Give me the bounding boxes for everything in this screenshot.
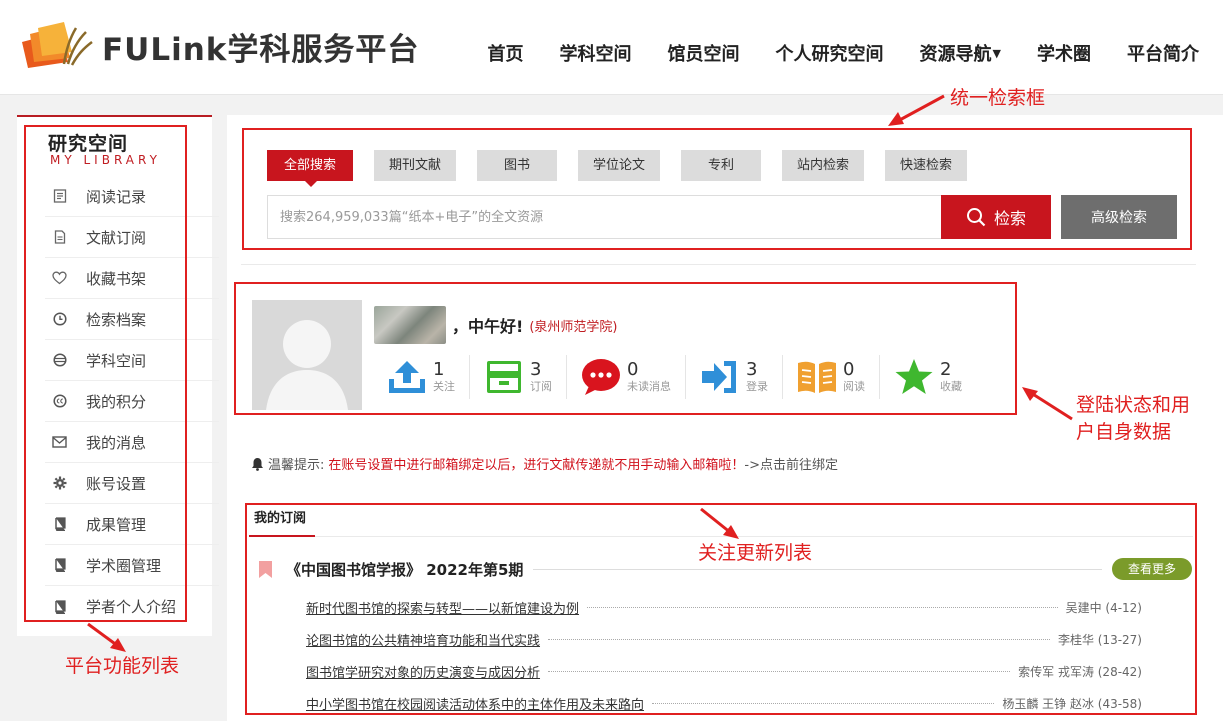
nav-librarian-space[interactable]: 馆员空间 bbox=[668, 40, 740, 66]
annotation-box-search bbox=[242, 128, 1192, 250]
notice-prefix: 温馨提示: bbox=[268, 458, 325, 473]
brand-title[interactable]: FULink学科服务平台 bbox=[102, 24, 419, 69]
annotation-line: 登陆状态和用 bbox=[1076, 394, 1191, 416]
nav-subject-space[interactable]: 学科空间 bbox=[560, 40, 632, 66]
annotation-box-user bbox=[234, 282, 1017, 415]
annotation-label-subscription: 关注更新列表 bbox=[698, 542, 813, 564]
nav-personal-research-space[interactable]: 个人研究空间 bbox=[776, 40, 884, 66]
annotation-box-subscription bbox=[245, 503, 1197, 715]
notice-message: 在账号设置中进行邮箱绑定以后，进行文献传递就不用手动输入邮箱啦！ bbox=[328, 458, 745, 473]
bell-icon bbox=[252, 457, 263, 471]
nav-label: 个人研究空间 bbox=[775, 44, 884, 65]
bind-email-link[interactable]: ->点击前往绑定 bbox=[744, 454, 838, 473]
site-header: FULink学科服务平台 首页 学科空间 馆员空间 个人研究空间 资源导航▼ 学… bbox=[0, 0, 1223, 95]
section-divider bbox=[241, 264, 1196, 265]
nav-label: 学科空间 bbox=[559, 44, 632, 65]
notice-bar: 温馨提示: 在账号设置中进行邮箱绑定以后，进行文献传递就不用手动输入邮箱啦！ -… bbox=[251, 454, 838, 473]
nav-label: 资源导航 bbox=[919, 44, 992, 65]
nav-label: 学术圈 bbox=[1037, 44, 1091, 65]
nav-academic-circle[interactable]: 学术圈 bbox=[1037, 40, 1091, 66]
nav-label: 平台简介 bbox=[1127, 44, 1199, 65]
annotation-line: 户自身数据 bbox=[1076, 421, 1172, 443]
annotation-label-sidebar: 平台功能列表 bbox=[65, 655, 180, 677]
annotation-box-sidebar bbox=[24, 125, 187, 622]
main-nav: 首页 学科空间 馆员空间 个人研究空间 资源导航▼ 学术圈 平台简介 bbox=[488, 40, 1199, 66]
annotation-label-user: 登陆状态和用 户自身数据 bbox=[1076, 392, 1190, 446]
annotation-label-search: 统一检索框 bbox=[950, 87, 1046, 109]
nav-resource-guide[interactable]: 资源导航▼ bbox=[920, 40, 1001, 66]
caret-down-icon: ▼ bbox=[992, 47, 1001, 60]
nav-label: 馆员空间 bbox=[667, 44, 740, 65]
fulink-logo-icon[interactable] bbox=[20, 20, 94, 70]
nav-label: 首页 bbox=[487, 44, 524, 65]
nav-home[interactable]: 首页 bbox=[488, 40, 524, 66]
nav-platform-intro[interactable]: 平台简介 bbox=[1127, 40, 1199, 66]
